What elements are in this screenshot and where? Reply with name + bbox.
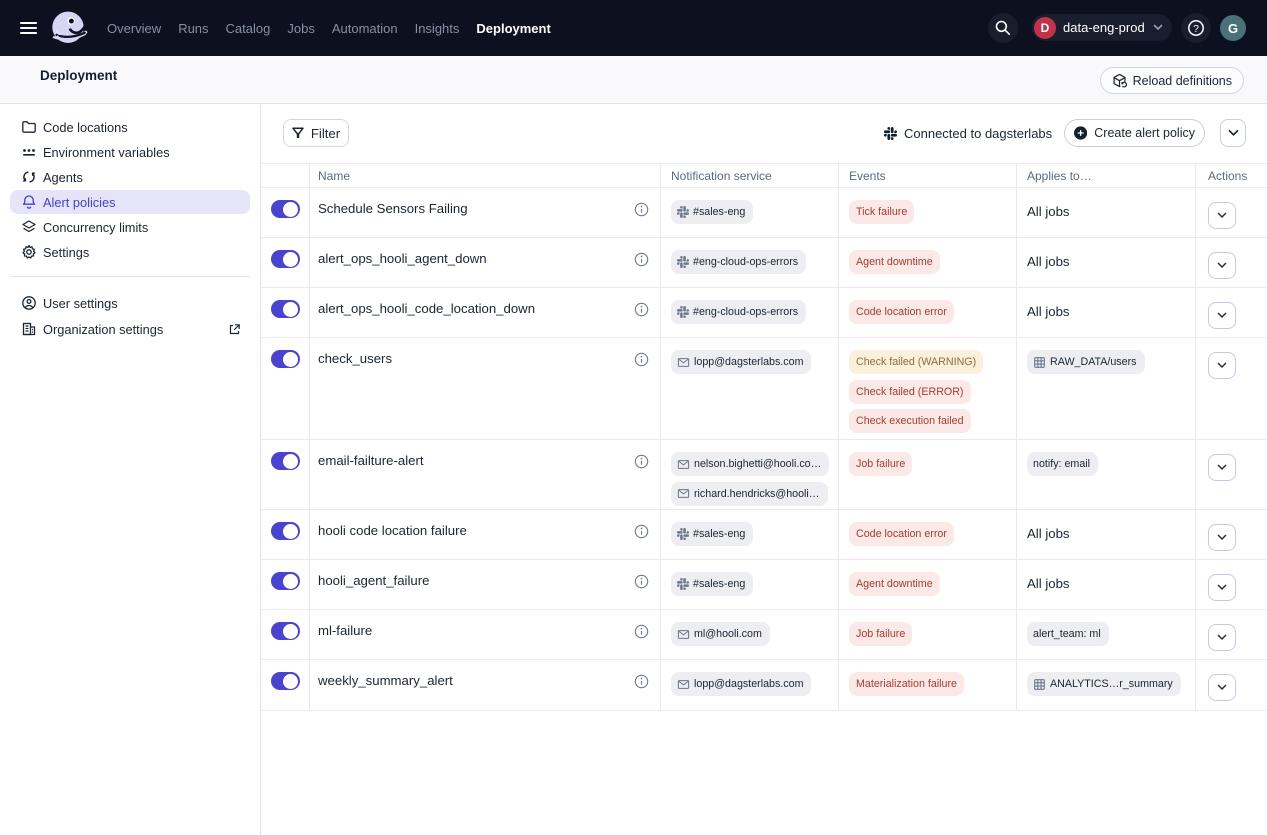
svg-text:?: ? (1193, 23, 1199, 35)
